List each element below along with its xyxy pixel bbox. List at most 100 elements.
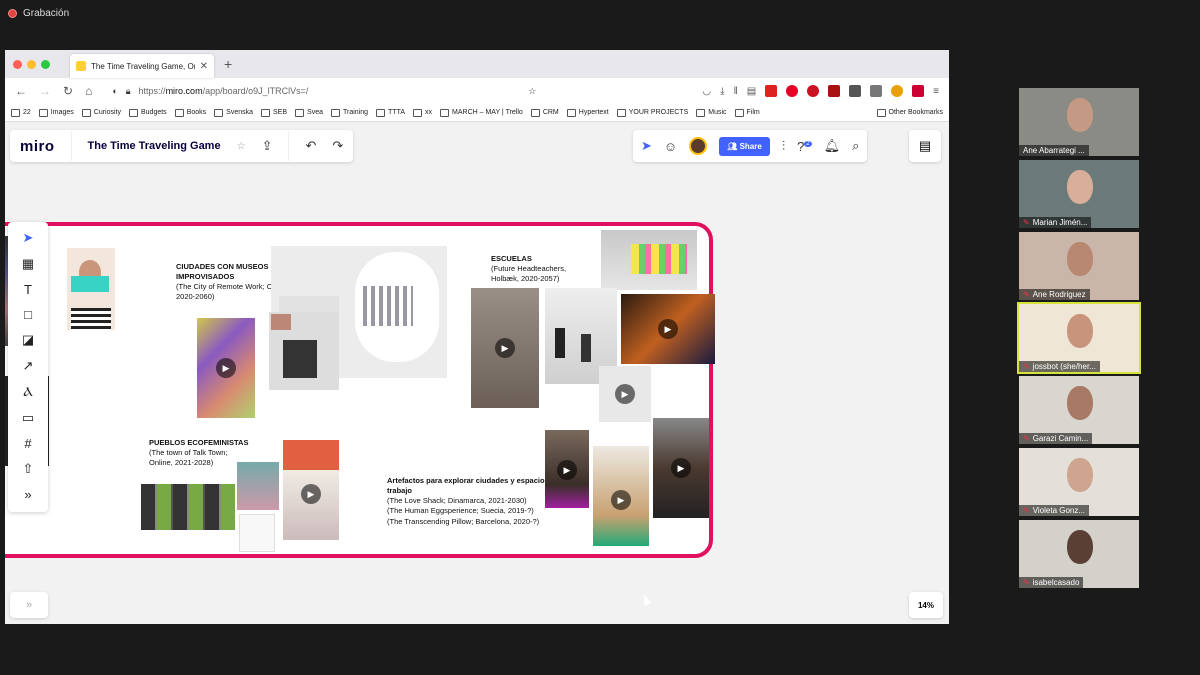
bookmark-item[interactable]: xx xyxy=(413,108,432,117)
participant-tile[interactable]: ✎ jossbot (she/her... xyxy=(1017,302,1141,374)
colorful-video-thumbnail[interactable]: ▶ xyxy=(197,318,255,418)
notes-icon[interactable]: ▤ xyxy=(909,130,941,162)
bookmark-item[interactable]: MARCH – MAY | Trello xyxy=(440,108,523,117)
adblock-icon[interactable] xyxy=(807,85,820,97)
board-frame[interactable]: CIUDADES CON MUSEOS PARTICIPATIVOS E IMP… xyxy=(5,222,715,558)
download-icon[interactable]: ⤓ xyxy=(720,86,724,97)
bookmark-item[interactable]: Training xyxy=(331,108,368,117)
reactions-icon[interactable]: ☺ xyxy=(664,139,677,154)
bookmark-item[interactable]: SEB xyxy=(261,108,287,117)
play-icon[interactable]: ▶ xyxy=(671,458,691,478)
play-icon[interactable]: ▶ xyxy=(495,338,515,358)
bookmark-item[interactable]: Film xyxy=(734,108,760,117)
dark-room-video-thumbnail[interactable]: ▶ xyxy=(621,294,715,364)
zoom-level[interactable]: 14% xyxy=(909,592,943,618)
back-icon[interactable]: ← xyxy=(15,84,27,98)
home-icon[interactable]: ⌂ xyxy=(85,84,92,98)
redo-icon[interactable]: ↷ xyxy=(332,138,343,154)
play-icon[interactable]: ▶ xyxy=(658,319,678,339)
pen-tool-icon[interactable]: Ⲁ xyxy=(23,384,32,400)
text-tool-icon[interactable]: T xyxy=(24,282,32,297)
extension-box-icon[interactable] xyxy=(870,85,883,97)
document-image[interactable] xyxy=(239,514,275,552)
bookmark-item[interactable]: Svenska xyxy=(214,108,253,117)
bookmark-item[interactable]: CRM xyxy=(530,108,559,117)
garden-image[interactable] xyxy=(237,462,279,510)
extension-grey-icon[interactable] xyxy=(849,85,862,97)
bookmark-item[interactable]: 22 xyxy=(11,108,31,117)
help-icon[interactable]: ? 2 xyxy=(797,139,812,154)
extension-shield-icon[interactable] xyxy=(828,85,841,97)
expand-panel-icon[interactable]: » xyxy=(10,592,48,618)
participant-tile[interactable]: ✎ Ane Rodriguez xyxy=(1019,232,1139,300)
participant-tile[interactable]: ✎ isabelcasado xyxy=(1019,520,1139,588)
browser-tab[interactable]: The Time Traveling Game, Onli ✕ xyxy=(70,54,214,78)
templates-icon[interactable]: ▦ xyxy=(22,256,34,272)
share-button[interactable]: 👥︎ Share xyxy=(719,136,770,156)
video-call-grid-image[interactable] xyxy=(141,484,235,530)
miro-logo[interactable]: miro xyxy=(20,138,55,155)
bookmark-item[interactable]: YOUR PROJECTS xyxy=(616,108,688,117)
undo-icon[interactable]: ↶ xyxy=(305,138,316,154)
board-title[interactable]: The Time Traveling Game xyxy=(88,140,221,152)
escuelas-text[interactable]: ESCUELAS (Future Headteachers, Holbæk, 2… xyxy=(491,254,601,284)
participant-tile[interactable]: ✎ Garazi Camin... xyxy=(1019,376,1139,444)
room-video-thumbnail[interactable]: ▶ xyxy=(283,440,339,540)
pocket-icon[interactable]: ◡ xyxy=(702,86,711,97)
url-bar[interactable]: ◐ 🔒︎ https://miro.com/app/board/o9J_lTRC… xyxy=(104,81,544,101)
sticky-note-icon[interactable]: ◪ xyxy=(22,332,34,348)
connection-line-icon[interactable]: ↗ xyxy=(23,358,34,374)
bookmark-star-icon[interactable]: ☆ xyxy=(528,86,536,97)
bell-icon[interactable]: 🔔︎ xyxy=(824,138,841,154)
new-tab-icon[interactable]: + xyxy=(224,56,232,72)
reader-icon[interactable]: ▤ xyxy=(747,86,756,97)
participant-tile[interactable]: Ane Abarrategi ... xyxy=(1019,88,1139,156)
cursor-share-icon[interactable]: ➤ xyxy=(641,138,652,154)
play-icon[interactable]: ▶ xyxy=(615,384,635,404)
avatar[interactable] xyxy=(689,137,708,155)
sticky-notes-image[interactable] xyxy=(601,230,697,290)
extension-circle-icon[interactable] xyxy=(891,85,904,97)
reload-icon[interactable]: ↻ xyxy=(63,84,73,98)
favorite-star-icon[interactable]: ☆ xyxy=(237,141,246,152)
bookmark-item[interactable]: Other Bookmarks xyxy=(876,108,943,117)
export-icon[interactable]: ⇪ xyxy=(262,138,273,154)
pillow-video-thumbnail[interactable]: ▶ xyxy=(653,418,709,518)
play-icon[interactable]: ▶ xyxy=(557,460,577,480)
play-icon[interactable]: ▶ xyxy=(301,484,321,504)
artefactos-text[interactable]: Artefactos para explorar ciudades y espa… xyxy=(387,476,567,527)
photo-collage[interactable] xyxy=(269,312,339,390)
search-icon[interactable]: ⌕ xyxy=(852,138,859,154)
settings-sliders-icon[interactable]: ⫶ xyxy=(782,138,785,154)
pinterest-icon[interactable] xyxy=(786,85,799,97)
upload-icon[interactable]: ⇧ xyxy=(23,461,34,477)
extension-red-icon[interactable] xyxy=(765,85,778,97)
bookmark-item[interactable]: Budgets xyxy=(129,108,167,117)
library-icon[interactable]: ‖ xyxy=(734,86,738,97)
extension-puzzle-icon[interactable] xyxy=(912,85,925,97)
minimize-window-icon[interactable] xyxy=(27,59,36,69)
select-cursor-icon[interactable]: ➤ xyxy=(23,230,34,246)
play-icon[interactable]: ▶ xyxy=(216,358,236,378)
child-video-thumbnail[interactable]: ▶ xyxy=(545,430,589,508)
participant-tile[interactable]: ✎ Violeta Gonz... xyxy=(1019,448,1139,516)
bookmark-item[interactable]: Hypertext xyxy=(566,108,609,117)
more-tools-icon[interactable]: » xyxy=(24,487,31,502)
bookmark-item[interactable]: Music xyxy=(696,108,727,117)
portrait-image[interactable] xyxy=(67,248,115,330)
play-icon[interactable]: ▶ xyxy=(611,490,631,510)
close-tab-icon[interactable]: ✕ xyxy=(200,61,208,72)
menu-icon[interactable]: ≡ xyxy=(933,86,939,97)
chair-video-thumbnail[interactable]: ▶ xyxy=(593,446,649,546)
close-window-icon[interactable] xyxy=(13,59,22,69)
shape-tool-icon[interactable]: □ xyxy=(24,307,32,322)
bookmark-item[interactable]: Images xyxy=(38,108,74,117)
person-video-thumbnail[interactable]: ▶ xyxy=(599,366,651,422)
bookmark-item[interactable]: TTTA xyxy=(376,108,405,117)
frame-tool-icon[interactable]: # xyxy=(24,436,31,451)
miro-board-canvas[interactable]: miro The Time Traveling Game ☆ ⇪ ↶ ↷ ➤ ☺… xyxy=(5,122,949,624)
forward-icon[interactable]: → xyxy=(39,84,51,98)
maximize-window-icon[interactable] xyxy=(41,59,50,69)
comment-icon[interactable]: ▭ xyxy=(22,410,34,426)
bookmark-item[interactable]: Curiosity xyxy=(81,108,121,117)
